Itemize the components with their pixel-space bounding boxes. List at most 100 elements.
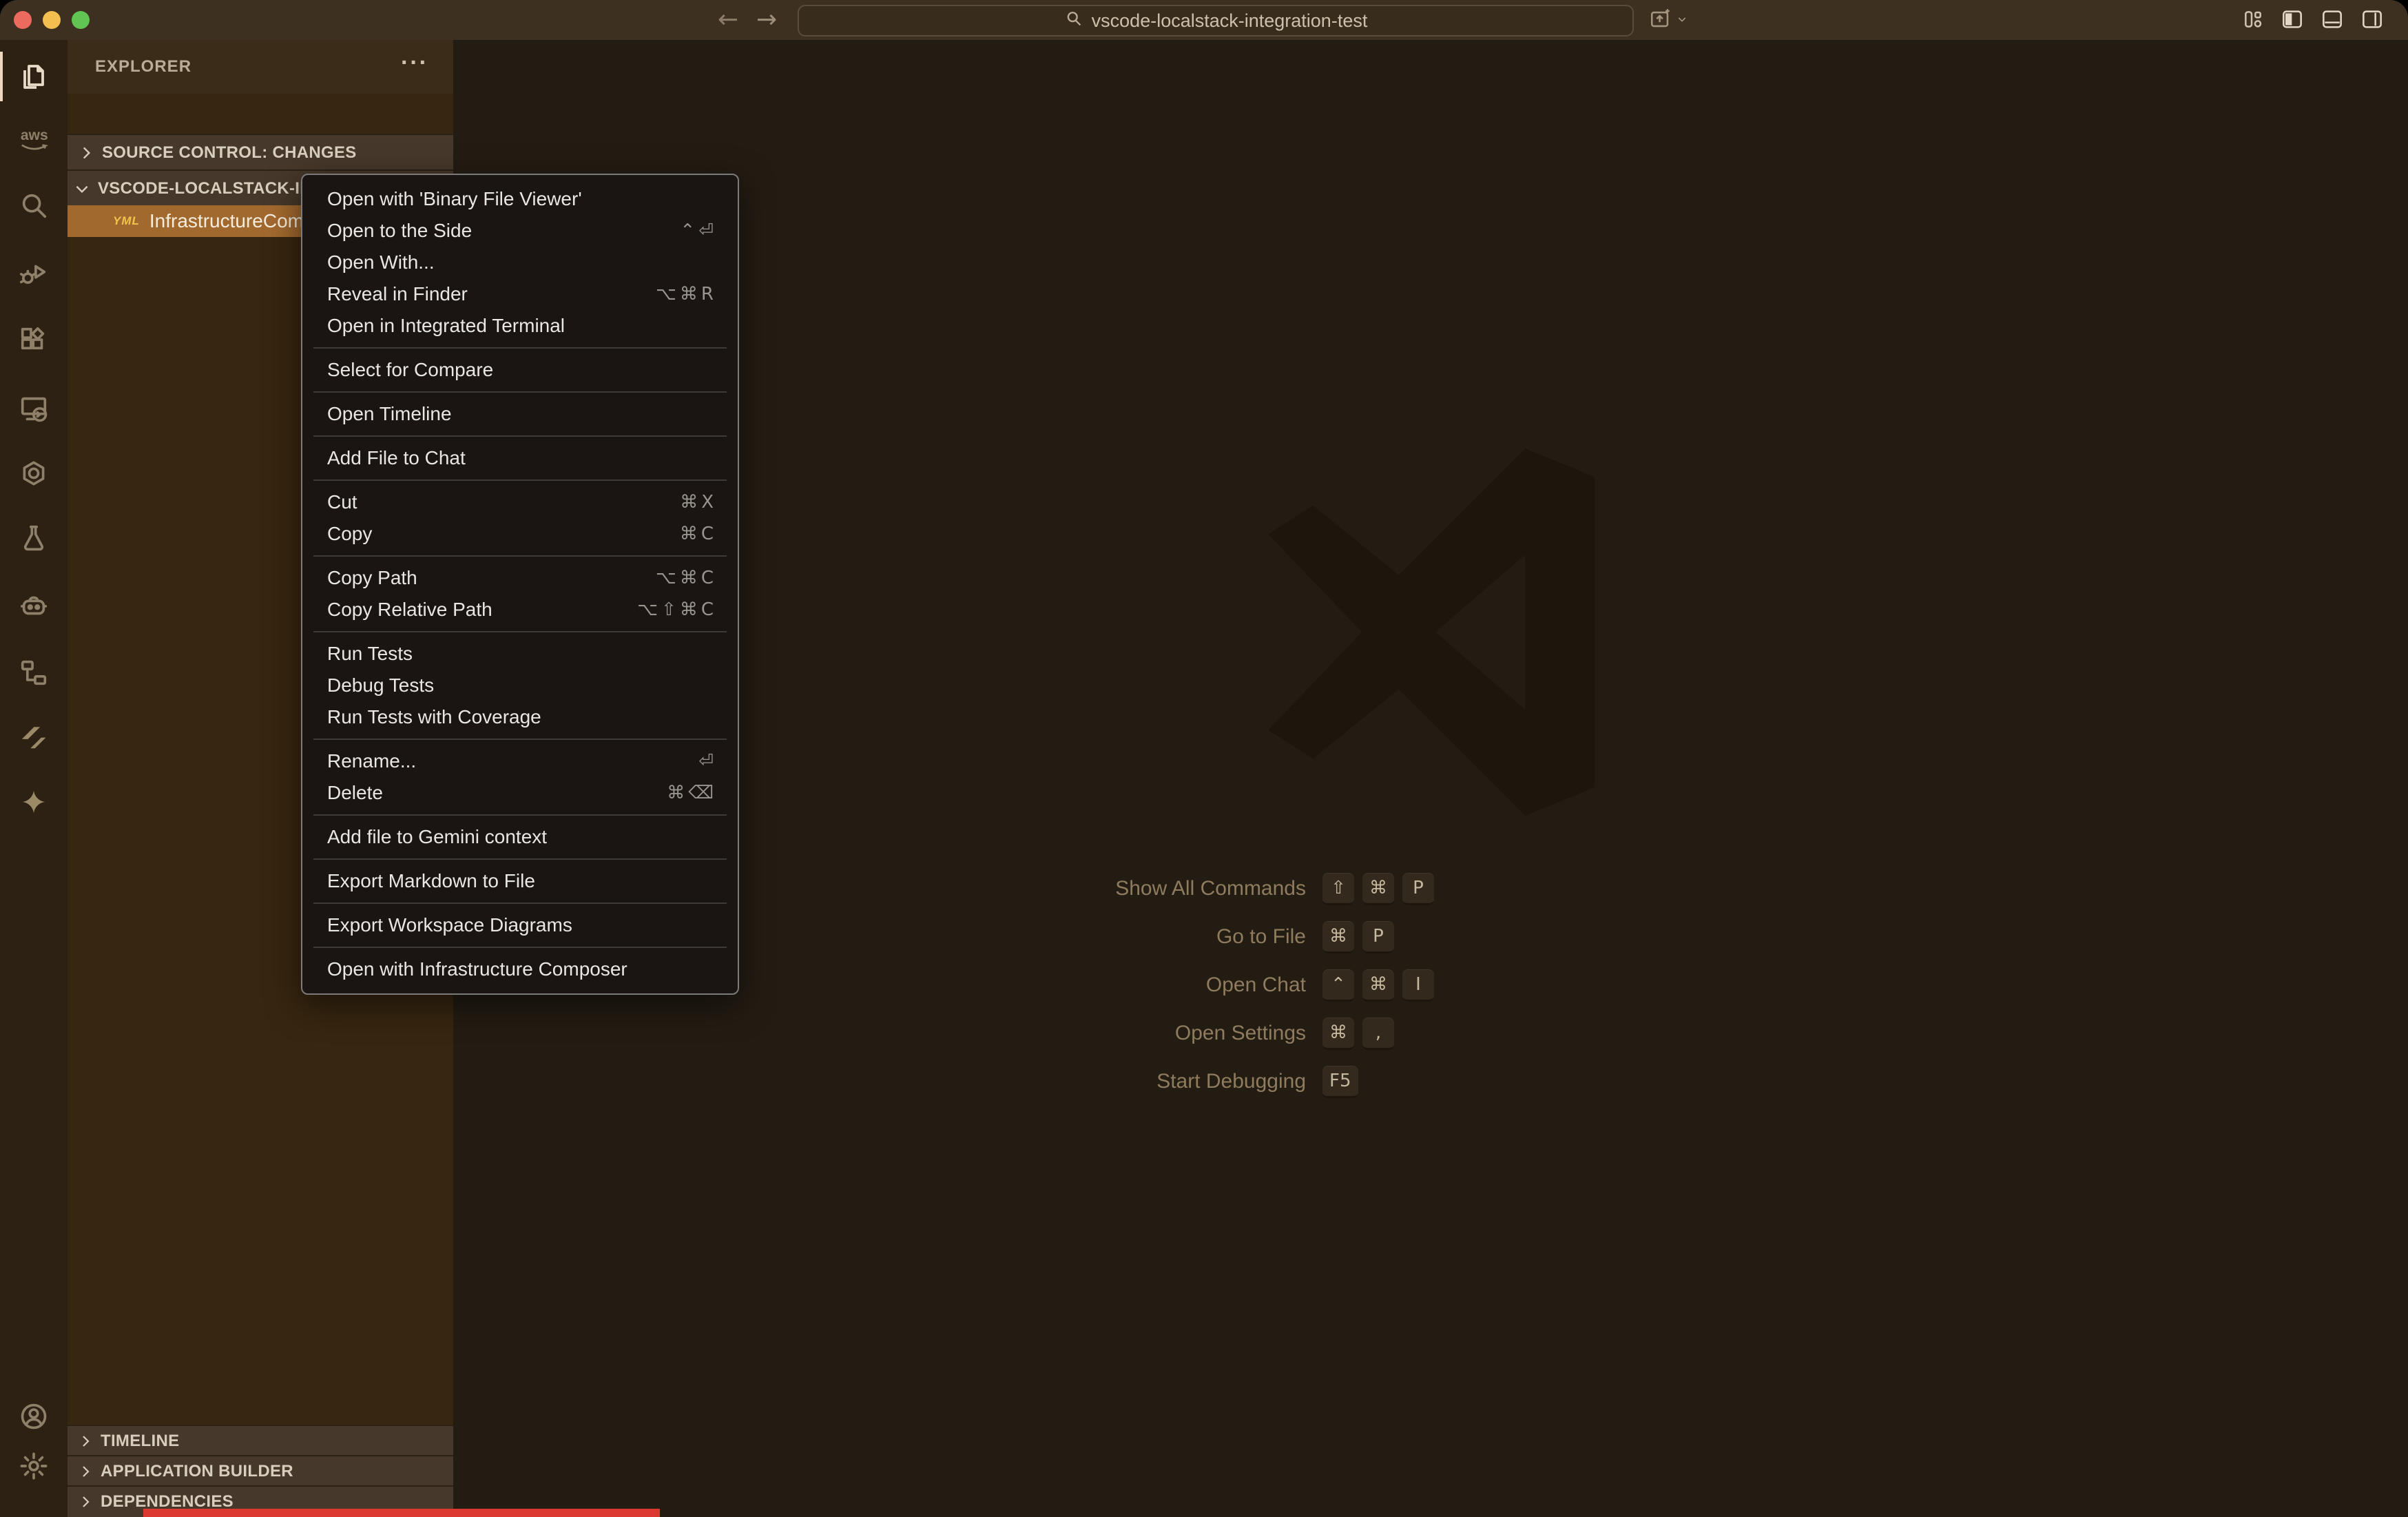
- activity-bar-item-remote-explorer[interactable]: [9, 385, 59, 435]
- keycap: ⌃: [1322, 969, 1354, 1002]
- watermark-shortcut-row: Show All Commands⇧⌘P: [827, 865, 1467, 913]
- menu-item-open-to-the-side[interactable]: Open to the Side⌃⏎: [302, 215, 738, 247]
- watermark-shortcut-row: Start DebuggingF5: [827, 1057, 1467, 1106]
- menu-item-label: Select for Compare: [327, 359, 717, 381]
- svg-text:aws: aws: [21, 127, 48, 143]
- section-application-builder[interactable]: APPLICATION BUILDER: [68, 1455, 453, 1487]
- testing-icon: [18, 522, 50, 557]
- shortcut-label: Open Chat: [827, 973, 1306, 997]
- chevron-right-icon: [77, 1494, 94, 1510]
- activity-bar-item-robot[interactable]: [9, 582, 59, 632]
- gemini-icon: [19, 787, 49, 821]
- keycap: ⌘: [1362, 873, 1394, 905]
- sidebar-header: EXPLORER ···: [68, 40, 453, 94]
- account-icon: [18, 1401, 50, 1436]
- menu-item-label: Run Tests with Coverage: [327, 706, 717, 728]
- zoom-window-button[interactable]: [72, 11, 90, 29]
- robot-icon: [18, 590, 50, 625]
- customize-layout-icon[interactable]: [2241, 8, 2265, 30]
- activity-bar-item-account[interactable]: [9, 1393, 59, 1443]
- navigate-back-button[interactable]: ←: [718, 3, 738, 37]
- layout-control-dropdown[interactable]: [1649, 8, 1688, 34]
- menu-separator: [313, 902, 727, 904]
- menu-item-add-file-to-gemini-context[interactable]: Add file to Gemini context: [302, 821, 738, 853]
- menu-item-copy-relative-path[interactable]: Copy Relative Path⌥⇧⌘C: [302, 594, 738, 626]
- more-actions-icon[interactable]: ···: [401, 50, 428, 76]
- activity-bar-item-localstack[interactable]: [9, 714, 59, 763]
- section-source-control[interactable]: SOURCE CONTROL: CHANGES: [68, 134, 453, 171]
- menu-item-label: Open in Integrated Terminal: [327, 315, 717, 337]
- vscode-watermark-logo: [1233, 444, 1646, 820]
- menu-item-shortcut: ⌘X: [680, 492, 717, 513]
- watermark-shortcut-row: Open Chat ⌃⌘I: [827, 961, 1467, 1009]
- sidebar-title: EXPLORER: [95, 57, 191, 76]
- localstack-icon: [18, 721, 50, 756]
- keycap: ⌘: [1362, 969, 1394, 1002]
- keycap: P: [1362, 921, 1394, 953]
- menu-item-open-timeline[interactable]: Open Timeline: [302, 398, 738, 430]
- toggle-primary-sidebar-icon[interactable]: [2280, 8, 2305, 30]
- section-label: TIMELINE: [101, 1432, 179, 1451]
- menu-item-label: Copy: [327, 523, 680, 545]
- menu-item-label: Open with 'Binary File Viewer': [327, 188, 717, 210]
- activity-bar-item-run-and-debug[interactable]: [9, 250, 59, 300]
- activity-bar-item-settings[interactable]: [9, 1443, 59, 1492]
- section-timeline[interactable]: TIMELINE: [68, 1425, 453, 1456]
- menu-item-delete[interactable]: Delete⌘⌫: [302, 777, 738, 809]
- chevron-down-icon: [1677, 14, 1688, 28]
- toggle-panel-icon[interactable]: [2320, 8, 2345, 30]
- menu-item-run-tests[interactable]: Run Tests: [302, 638, 738, 670]
- keycap: ,: [1362, 1018, 1394, 1050]
- keycap: ⌘: [1322, 921, 1354, 953]
- menu-item-label: Open Timeline: [327, 403, 717, 425]
- section-label: SOURCE CONTROL: CHANGES: [102, 143, 357, 163]
- context-menu: Open with 'Binary File Viewer' Open to th…: [301, 174, 739, 995]
- menu-item-open-with[interactable]: Open With...: [302, 247, 738, 278]
- shortcut-label: Start Debugging: [827, 1070, 1306, 1093]
- close-window-button[interactable]: [14, 11, 32, 29]
- menu-item-label: Add File to Chat: [327, 447, 717, 469]
- keycap: I: [1402, 969, 1434, 1002]
- menu-item-reveal-in-finder[interactable]: Reveal in Finder⌥⌘R: [302, 278, 738, 310]
- section-label: APPLICATION BUILDER: [101, 1462, 293, 1481]
- activity-bar-item-aws[interactable]: aws: [9, 115, 59, 165]
- menu-item-open-with-infrastructure-composer[interactable]: Open with Infrastructure Composer: [302, 953, 738, 985]
- infrastructure-composer-icon: [18, 657, 50, 692]
- command-center-search[interactable]: vscode-localstack-integration-test: [798, 5, 1634, 37]
- menu-item-copy-path[interactable]: Copy Path⌥⌘C: [302, 562, 738, 594]
- activity-bar-item-extensions[interactable]: [9, 318, 59, 367]
- titlebar: ← → vscode-localstack-integration-test: [0, 0, 2408, 40]
- menu-separator: [313, 814, 727, 816]
- titlebar-right-actions: [2241, 8, 2385, 30]
- menu-item-open-with-binary-file-viewer[interactable]: Open with 'Binary File Viewer': [302, 183, 738, 215]
- menu-item-label: Add file to Gemini context: [327, 826, 717, 848]
- activity-bar-item-explorer[interactable]: [9, 52, 59, 101]
- menu-item-rename[interactable]: Rename...⏎: [302, 745, 738, 777]
- activity-bar-item-openai[interactable]: [9, 450, 59, 499]
- activity-bar-item-testing[interactable]: [9, 515, 59, 564]
- chevron-right-icon: [77, 1463, 94, 1480]
- menu-item-debug-tests[interactable]: Debug Tests: [302, 670, 738, 701]
- navigate-forward-button[interactable]: →: [756, 3, 777, 37]
- menu-item-shortcut: ⏎: [698, 751, 717, 772]
- menu-item-copy[interactable]: Copy⌘C: [302, 518, 738, 550]
- menu-item-export-workspace-diagrams[interactable]: Export Workspace Diagrams: [302, 909, 738, 941]
- menu-item-shortcut: ⌘⌫: [667, 783, 717, 803]
- menu-item-shortcut: ⌥⇧⌘C: [637, 599, 717, 620]
- activity-bar-item-gemini[interactable]: [9, 778, 59, 828]
- menu-item-export-markdown-to-file[interactable]: Export Markdown to File: [302, 865, 738, 897]
- menu-item-open-in-integrated-terminal[interactable]: Open in Integrated Terminal: [302, 310, 738, 342]
- activity-bar-item-search[interactable]: [9, 183, 59, 232]
- menu-item-run-tests-with-coverage[interactable]: Run Tests with Coverage: [302, 701, 738, 733]
- toggle-secondary-sidebar-icon[interactable]: [2360, 8, 2385, 30]
- minimize-window-button[interactable]: [43, 11, 61, 29]
- menu-item-cut[interactable]: Cut⌘X: [302, 486, 738, 518]
- menu-item-add-file-to-chat[interactable]: Add File to Chat: [302, 442, 738, 474]
- menu-item-select-for-compare[interactable]: Select for Compare: [302, 354, 738, 386]
- menu-item-shortcut: ⌥⌘R: [656, 284, 717, 305]
- menu-item-label: Debug Tests: [327, 674, 717, 696]
- screen: ← → vscode-localstack-integration-test a…: [0, 0, 2408, 1517]
- activity-bar-item-infrastructure-composer[interactable]: [9, 650, 59, 699]
- vscode-window: ← → vscode-localstack-integration-test a…: [0, 0, 2408, 1517]
- openai-icon: [18, 457, 50, 493]
